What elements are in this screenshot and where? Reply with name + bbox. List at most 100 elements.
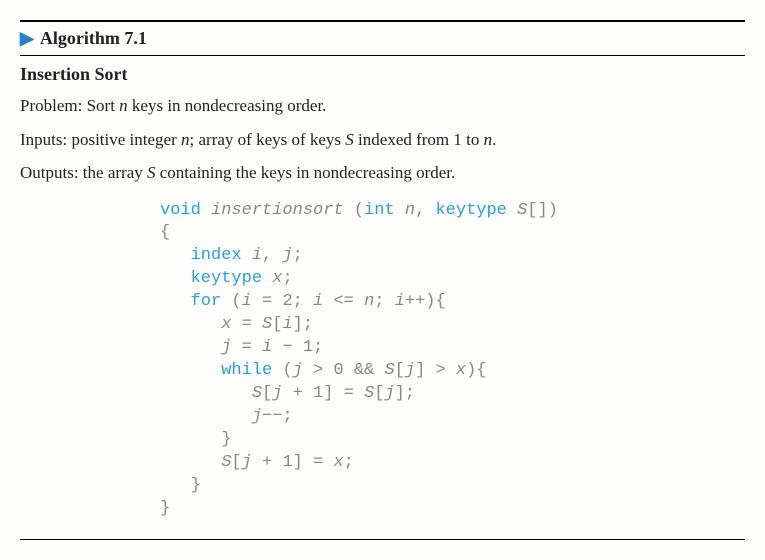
outputs-line: Outputs: the array S containing the keys… [20,156,745,190]
outputs-suffix: containing the keys in nondecreasing ord… [156,163,456,182]
dec: −− [262,407,282,426]
algorithm-title: Insertion Sort [20,56,745,89]
eq3: = [242,338,252,357]
outputs-prefix: Outputs: the array [20,163,147,182]
triangle-marker-icon: ▶ [20,28,34,48]
inputs-suffix: . [492,130,496,149]
comma: , [415,201,425,220]
problem-var-n: n [119,96,128,115]
lb2: [ [395,361,405,380]
eq4: = [344,384,354,403]
j1: j [221,338,231,357]
ty-keytype2: keytype [191,269,262,288]
semi1: ; [293,246,303,265]
plus1: + [293,384,303,403]
inputs-prefix: Inputs: positive integer [20,130,181,149]
semi7: ; [405,384,415,403]
gt1: > [313,361,323,380]
kw-while: while [221,361,272,380]
x3: x [333,453,343,472]
lpar2: ( [231,292,241,311]
lbrace3: { [476,361,486,380]
kw-void: void [160,201,201,220]
eq5: = [313,453,323,472]
semi6: ; [313,338,323,357]
code-block: void insertionsort (int n, keytype S[]) … [20,190,745,539]
algorithm-number: Algorithm 7.1 [40,28,147,48]
param-S: S [517,201,527,220]
inputs-mid2: indexed from 1 to [354,130,484,149]
rb3: ] [323,384,333,403]
semi5: ; [303,315,313,334]
var-i: i [252,246,262,265]
semi9: ; [344,453,354,472]
zero: 0 [333,361,343,380]
le: <= [333,292,353,311]
for-i3: i [395,292,405,311]
ty-keytype: keytype [435,201,506,220]
num2: 2 [282,292,292,311]
param-n: n [405,201,415,220]
and: && [354,361,374,380]
j7: j [242,453,252,472]
eq1: = [262,292,272,311]
idx-i: i [282,315,292,334]
lbrace: { [160,223,170,242]
one2: 1 [313,384,323,403]
j4: j [272,384,282,403]
i4: i [262,338,272,357]
brackets: [] [527,201,547,220]
for-n: n [364,292,374,311]
rbrace3: } [160,499,170,518]
j2: j [293,361,303,380]
semi8: ; [282,407,292,426]
problem-suffix: keys in nondecreasing order. [128,96,327,115]
rpar: ) [548,201,558,220]
j5: j [384,384,394,403]
ty-index: index [191,246,242,265]
kw-int: int [364,201,395,220]
inputs-var-n: n [181,130,190,149]
plus2: + [262,453,272,472]
inc: ++ [405,292,425,311]
for-i: i [242,292,252,311]
S5: S [221,453,231,472]
inputs-var-S: S [345,130,354,149]
lb5: [ [231,453,241,472]
for-i2: i [313,292,323,311]
lb4: [ [374,384,384,403]
rbrace2: } [191,476,201,495]
rb1: ] [293,315,303,334]
S3: S [252,384,262,403]
inputs-mid: ; array of keys of keys [190,130,346,149]
lpar: ( [354,201,364,220]
j3: j [405,361,415,380]
S2: S [384,361,394,380]
lb3: [ [262,384,272,403]
rb5: ] [293,453,303,472]
semi4: ; [374,292,384,311]
x2: x [456,361,466,380]
outputs-var-S: S [147,163,156,182]
S4: S [364,384,374,403]
rb2: ] [415,361,425,380]
algorithm-box: ▶ Algorithm 7.1 Insertion Sort Problem: S… [20,20,745,540]
lpar3: ( [282,361,292,380]
S1: S [262,315,272,334]
rpar2: ) [425,292,435,311]
gt2: > [435,361,445,380]
algorithm-header: ▶ Algorithm 7.1 [20,22,745,56]
var-x: x [272,269,282,288]
lb1: [ [272,315,282,334]
kw-for: for [191,292,222,311]
one3: 1 [282,453,292,472]
problem-line: Problem: Sort n keys in nondecreasing or… [20,89,745,123]
problem-prefix: Problem: Sort [20,96,119,115]
semi2: ; [282,269,292,288]
inputs-line: Inputs: positive integer n; array of key… [20,123,745,157]
fn-name: insertionsort [211,201,344,220]
minus1: − [282,338,292,357]
j6: j [252,407,262,426]
lbrace2: { [435,292,445,311]
semi3: ; [293,292,303,311]
